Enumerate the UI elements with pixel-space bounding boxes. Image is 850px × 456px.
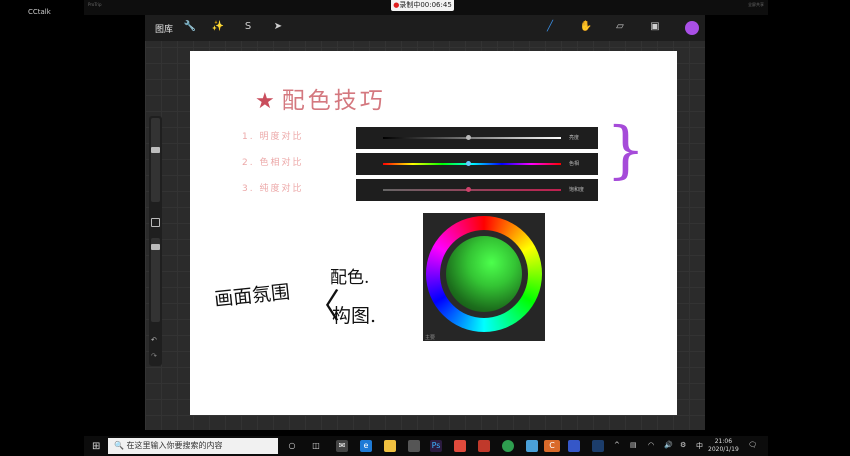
recording-time: 录制中00:06:45 — [399, 1, 452, 9]
saturation-knob[interactable] — [466, 187, 472, 192]
taskbar-search[interactable]: 🔍 在这里输入你要搜索的内容 — [108, 438, 278, 454]
brightness-track — [383, 137, 561, 139]
saturation-slider[interactable]: 饱和度 — [356, 179, 598, 201]
clock[interactable]: 21:06 2020/1/19 — [708, 438, 739, 454]
hue-track — [383, 163, 561, 165]
file-explorer-icon[interactable] — [384, 440, 396, 452]
slide-canvas: ★ 配色技巧 1. 明度对比 2. 色相对比 3. 纯度对比 亮度 色相 饱和度 … — [190, 51, 677, 415]
s-curve-icon[interactable]: S — [241, 21, 255, 32]
gallery-button[interactable]: 图库 — [155, 22, 173, 35]
hue-knob[interactable] — [466, 161, 472, 166]
mail-icon[interactable]: ✉ — [336, 440, 348, 452]
network-icon[interactable]: ▤ — [630, 441, 637, 449]
brightness-knob[interactable] — [466, 135, 472, 140]
handwriting-composition: 构图. — [332, 305, 377, 327]
brightness-label: 亮度 — [569, 135, 580, 141]
wheel-label: 主要 — [425, 335, 436, 341]
slide-title-text: 配色技巧 — [281, 88, 386, 114]
app-icon-4[interactable] — [568, 440, 580, 452]
wrench-icon[interactable]: 🔧 — [183, 21, 197, 32]
search-placeholder: 在这里输入你要搜索的内容 — [126, 441, 223, 450]
saturation-track — [383, 189, 561, 191]
taskbar: ⊞ 🔍 在这里输入你要搜索的内容 ○ ◫ ✉ e Ps C ^ ▤ ◠ 🔊 ⚙ … — [84, 436, 768, 456]
undo-icon[interactable]: ↶ — [151, 336, 157, 344]
notification-icon[interactable]: 🗨 — [748, 441, 757, 449]
screen-share-status: 全屏共享 — [748, 2, 764, 7]
window-subtitle: ProTrip — [88, 2, 102, 7]
color-wheel-panel[interactable]: 主要 — [423, 213, 545, 341]
purple-brace: } — [606, 113, 646, 186]
app-icon-3[interactable] — [526, 440, 538, 452]
color-swatch[interactable] — [685, 21, 699, 35]
eyedropper-button[interactable] — [151, 218, 160, 227]
hue-label: 色相 — [569, 161, 580, 167]
layers-icon[interactable]: ▣ — [648, 21, 662, 32]
recording-indicator[interactable]: ●录制中00:06:45 — [391, 0, 454, 11]
app-icon-2[interactable] — [478, 440, 490, 452]
app-icon-5[interactable] — [592, 440, 604, 452]
brush-icon[interactable]: ╱ — [543, 21, 557, 32]
slide-title: ★ 配色技巧 — [255, 81, 386, 115]
list-item: 1. 明度对比 — [242, 132, 304, 142]
smudge-icon[interactable]: ✋ — [579, 21, 593, 32]
edge-icon[interactable]: e — [360, 440, 372, 452]
brush-size-thumb[interactable] — [151, 147, 160, 153]
magic-wand-icon[interactable]: ✨ — [211, 21, 225, 32]
brush-size-slider[interactable] — [151, 118, 160, 202]
star-icon: ★ — [255, 89, 278, 114]
clock-date: 2020/1/19 — [708, 446, 739, 453]
photoshop-icon[interactable]: Ps — [430, 440, 442, 452]
app-icon-1[interactable] — [454, 440, 466, 452]
cctalk-icon[interactable]: C — [544, 440, 560, 452]
hue-slider[interactable]: 色相 — [356, 153, 598, 175]
eraser-icon[interactable]: ▱ — [613, 21, 627, 32]
task-view-icon[interactable]: ◫ — [310, 440, 322, 452]
clock-time: 21:06 — [714, 438, 733, 445]
side-panel: ↶ ↷ — [149, 116, 162, 366]
volume-icon[interactable]: 🔊 — [664, 441, 673, 449]
app-name: CCtalk — [28, 8, 51, 16]
wifi-icon[interactable]: ◠ — [648, 441, 654, 449]
redo-icon[interactable]: ↷ — [151, 352, 157, 360]
brightness-slider[interactable]: 亮度 — [356, 127, 598, 149]
toolbar: 图库 🔧 ✨ S ➤ ╱ ✋ ▱ ▣ — [145, 15, 705, 41]
saturation-disc[interactable] — [446, 236, 522, 312]
chrome-icon[interactable] — [502, 440, 514, 452]
list-item: 3. 纯度对比 — [242, 184, 304, 194]
screen: { "app": {"name": "CCtalk"}, "recording"… — [0, 0, 850, 456]
arrow-icon[interactable]: ➤ — [271, 21, 285, 32]
settings-icon[interactable]: ⚙ — [680, 441, 686, 449]
ime-indicator[interactable]: 中 — [696, 441, 703, 451]
windows-start-icon[interactable]: ⊞ — [92, 441, 100, 452]
handwriting-color: 配色. — [330, 268, 370, 288]
opacity-slider[interactable] — [151, 238, 160, 322]
hue-ring[interactable] — [426, 216, 542, 332]
cortana-icon[interactable]: ○ — [286, 440, 298, 452]
handwriting-atmosphere: 画面氛围 — [213, 281, 292, 311]
list-item: 2. 色相对比 — [242, 158, 304, 168]
chevron-up-icon[interactable]: ^ — [614, 441, 620, 449]
store-icon[interactable] — [408, 440, 420, 452]
opacity-thumb[interactable] — [151, 244, 160, 250]
saturation-label: 饱和度 — [569, 187, 585, 193]
